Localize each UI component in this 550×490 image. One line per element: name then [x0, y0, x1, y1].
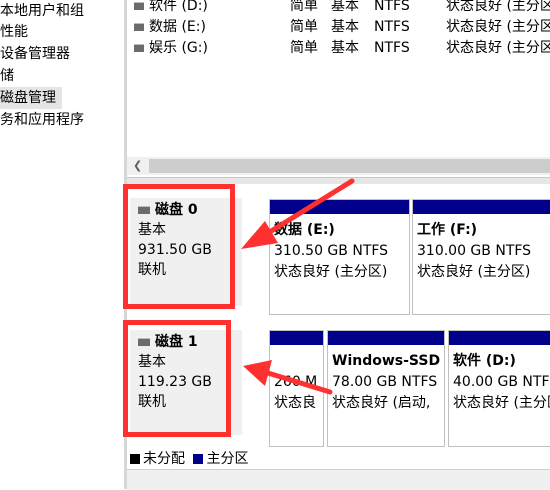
arrow-icon — [243, 360, 333, 395]
arrow-icon — [241, 178, 355, 249]
annotation-arrows — [241, 178, 355, 395]
